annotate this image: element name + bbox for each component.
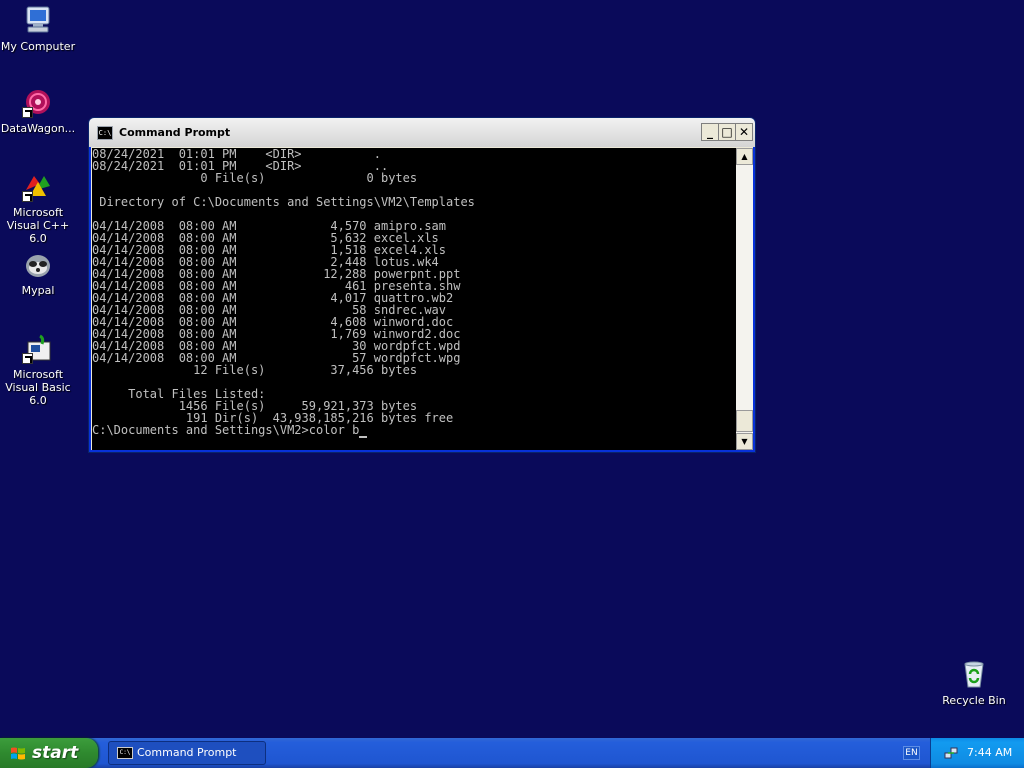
network-icon[interactable] xyxy=(943,745,959,761)
desktop-icon-recycle-bin[interactable]: Recycle Bin xyxy=(936,658,1012,707)
taskbar-item-command-prompt[interactable]: C:\ Command Prompt xyxy=(108,741,266,765)
shortcut-arrow-icon xyxy=(22,107,33,118)
scroll-down-button[interactable]: ▼ xyxy=(736,433,753,450)
start-label: start xyxy=(32,743,79,763)
datawagon-icon xyxy=(22,86,54,118)
language-indicator[interactable]: EN xyxy=(903,746,920,760)
window-title-bar[interactable]: C:\ Command Prompt _ □ ✕ xyxy=(89,118,755,147)
maximize-button[interactable]: □ xyxy=(718,123,736,141)
command-prompt-window[interactable]: C:\ Command Prompt _ □ ✕ 08/24/2021 01:0… xyxy=(88,117,756,453)
visual-basic-icon xyxy=(22,332,54,364)
desktop-icon-label: Mypal xyxy=(21,284,55,297)
system-tray: 7:44 AM xyxy=(930,738,1024,768)
desktop-icon-visual-basic[interactable]: Microsoft Visual Basic 6.0 xyxy=(0,332,76,407)
my-computer-icon xyxy=(22,4,54,36)
start-button[interactable]: start xyxy=(0,738,98,768)
clock[interactable]: 7:44 AM xyxy=(967,746,1012,759)
shortcut-arrow-icon xyxy=(22,191,33,202)
taskbar-item-label: Command Prompt xyxy=(137,746,237,759)
vertical-scrollbar[interactable]: ▲ ▼ xyxy=(736,148,753,450)
recycle-bin-icon xyxy=(958,658,990,690)
desktop-icon-visual-cpp[interactable]: Microsoft Visual C++ 6.0 xyxy=(0,170,76,245)
mypal-icon xyxy=(22,248,54,280)
scrollbar-thumb[interactable] xyxy=(736,410,753,432)
visual-cpp-icon xyxy=(22,170,54,202)
desktop-icon-mypal[interactable]: Mypal xyxy=(0,248,76,297)
console-prompt[interactable]: C:\Documents and Settings\VM2>color b xyxy=(92,423,359,437)
desktop-icon-label: Microsoft Visual Basic 6.0 xyxy=(5,368,71,407)
shortcut-arrow-icon xyxy=(22,353,33,364)
taskbar: start C:\ Command Prompt EN 7:44 AM xyxy=(0,738,1024,768)
minimize-button[interactable]: _ xyxy=(701,123,719,141)
command-prompt-icon: C:\ xyxy=(97,126,113,140)
scroll-up-button[interactable]: ▲ xyxy=(736,148,753,165)
desktop-icon-datawagon[interactable]: DataWagon... xyxy=(0,86,76,135)
desktop-icon-label: DataWagon... xyxy=(0,122,76,135)
windows-flag-icon xyxy=(11,747,25,760)
desktop-icon-label: My Computer xyxy=(0,40,76,53)
desktop-icon-my-computer[interactable]: My Computer xyxy=(0,4,76,53)
window-title: Command Prompt xyxy=(119,126,231,139)
close-button[interactable]: ✕ xyxy=(735,123,753,141)
desktop-icon-label: Microsoft Visual C++ 6.0 xyxy=(6,206,70,245)
command-prompt-icon: C:\ xyxy=(117,747,133,759)
console-output[interactable]: 08/24/2021 01:01 PM <DIR> . 08/24/2021 0… xyxy=(92,148,736,450)
console-text: 08/24/2021 01:01 PM <DIR> . 08/24/2021 0… xyxy=(92,148,475,425)
text-cursor xyxy=(359,424,368,438)
desktop-icon-label: Recycle Bin xyxy=(942,694,1006,707)
